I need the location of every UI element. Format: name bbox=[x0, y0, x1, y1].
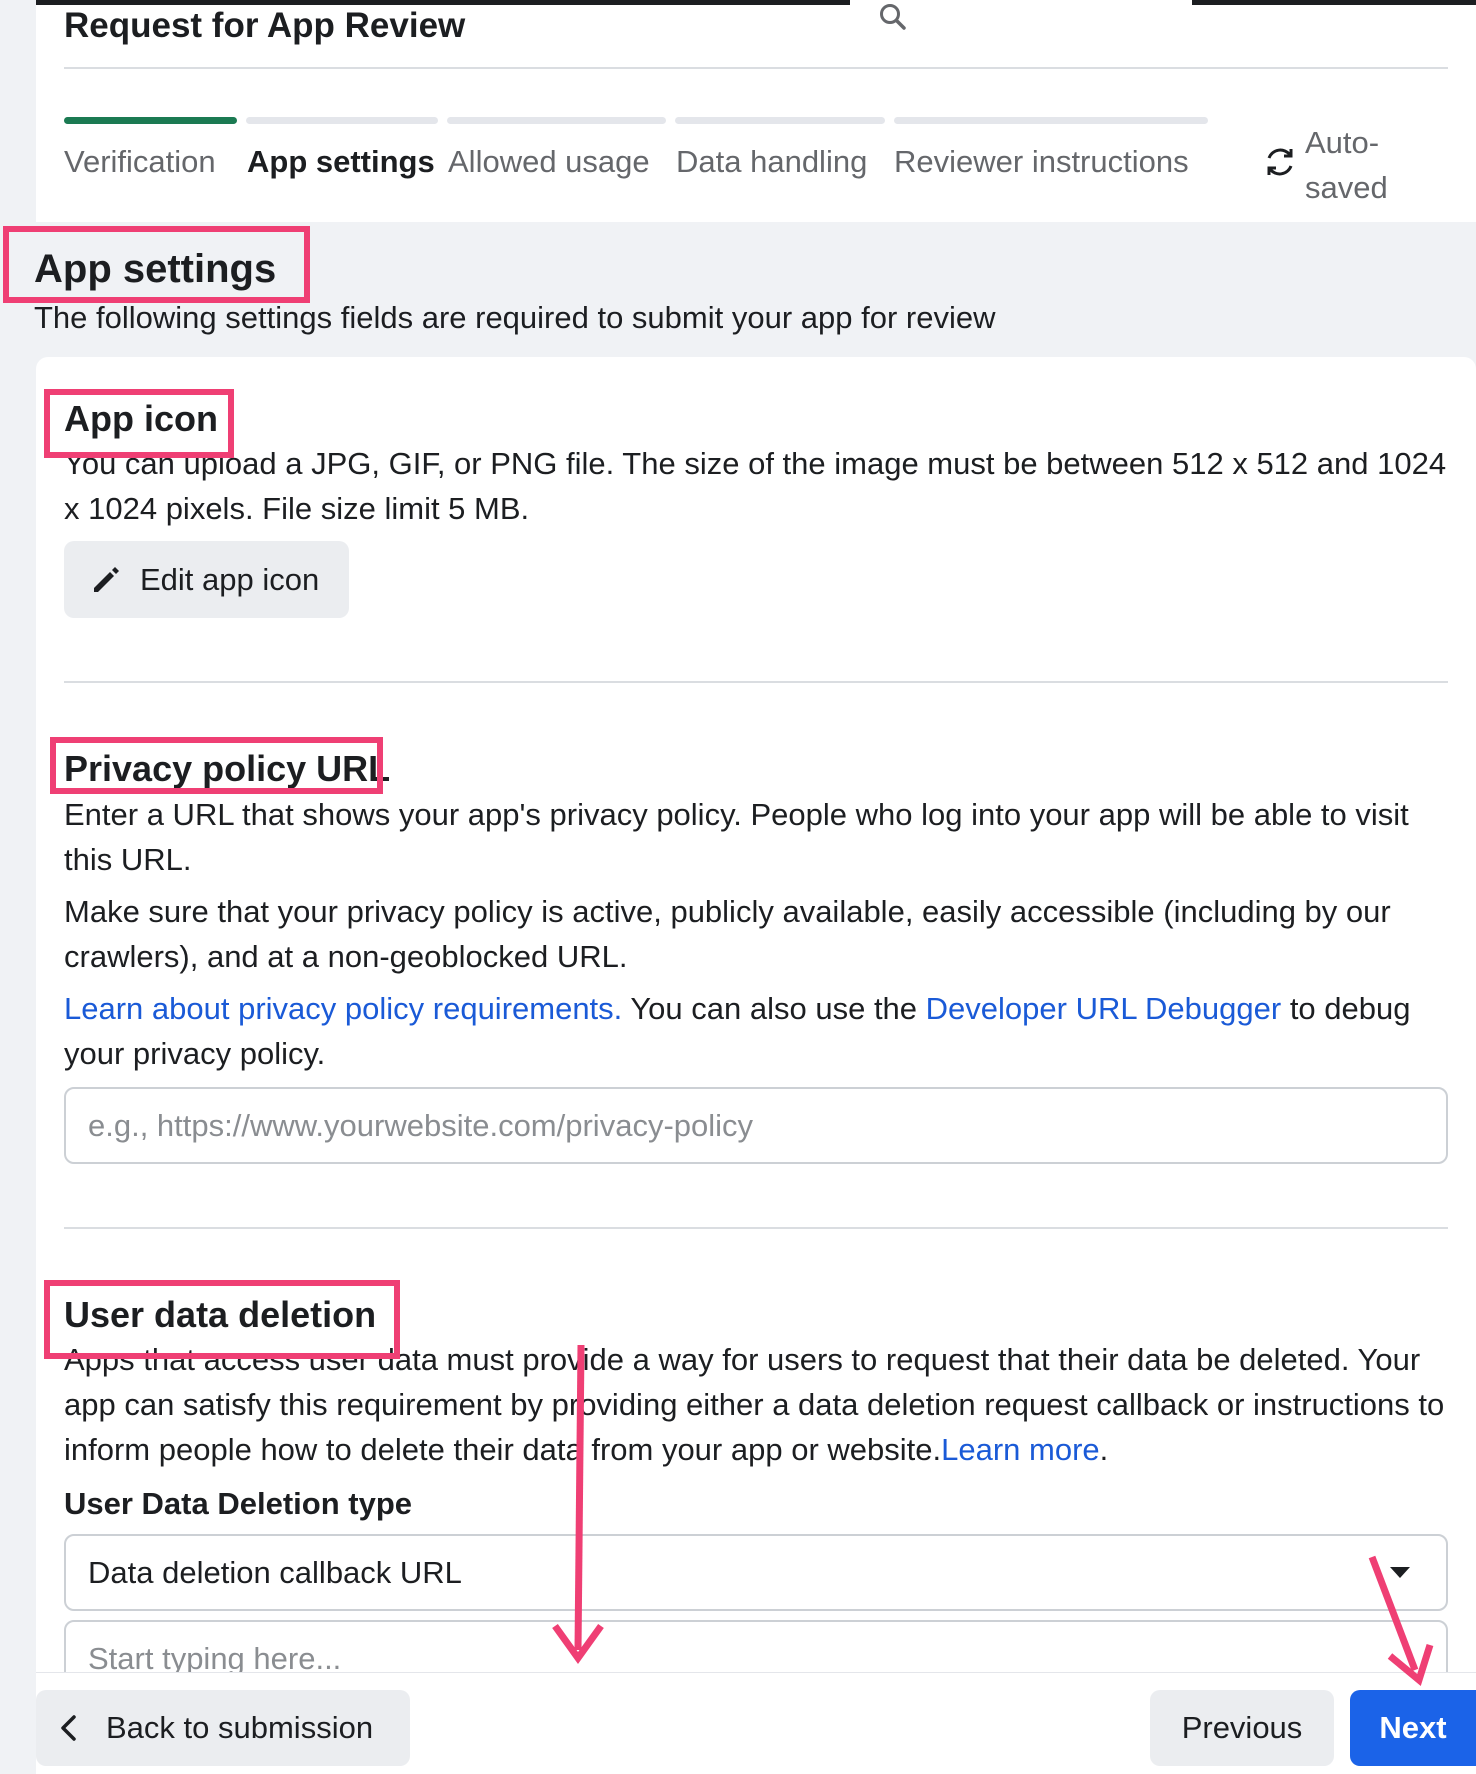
edit-app-icon-button[interactable]: Edit app icon bbox=[64, 541, 349, 618]
section-title: App settings bbox=[34, 247, 277, 291]
header-divider bbox=[64, 67, 1448, 69]
pencil-icon bbox=[94, 566, 119, 592]
caret-down-icon bbox=[1390, 1567, 1410, 1578]
autosave-status: Auto-saved bbox=[1305, 125, 1388, 205]
privacy-policy-heading: Privacy policy URL bbox=[64, 748, 391, 789]
privacy-requirements-link[interactable]: Learn about privacy policy requirements. bbox=[64, 991, 622, 1026]
step-progress-allowed-usage bbox=[447, 117, 666, 124]
section-divider bbox=[64, 1227, 1448, 1229]
step-progress-verification bbox=[64, 117, 237, 124]
step-allowed-usage[interactable]: Allowed usage bbox=[448, 144, 650, 180]
step-verification[interactable]: Verification bbox=[64, 144, 216, 180]
section-divider bbox=[64, 681, 1448, 683]
chevron-left-icon bbox=[61, 1715, 76, 1741]
deletion-type-label: User Data Deletion type bbox=[64, 1486, 412, 1521]
user-data-deletion-description: Apps that access user data must provide … bbox=[64, 1337, 1448, 1472]
section-subtitle: The following settings fields are requir… bbox=[34, 300, 996, 335]
edit-app-icon-label: Edit app icon bbox=[140, 561, 320, 597]
search-icon[interactable] bbox=[878, 2, 908, 32]
back-to-submission-label: Back to submission bbox=[106, 1710, 374, 1745]
deletion-description-text: Apps that access user data must provide … bbox=[64, 1342, 1445, 1467]
privacy-policy-requirements: Make sure that your privacy policy is ac… bbox=[64, 894, 1391, 974]
previous-button[interactable]: Previous bbox=[1150, 1690, 1334, 1766]
left-gutter bbox=[0, 0, 36, 1774]
deletion-type-value: Data deletion callback URL bbox=[88, 1554, 462, 1590]
step-progress-reviewer-instructions bbox=[894, 117, 1208, 124]
top-bar-fragment bbox=[1192, 0, 1476, 5]
privacy-policy-description: Enter a URL that shows your app's privac… bbox=[64, 797, 1409, 877]
back-to-submission-button[interactable]: Back to submission bbox=[36, 1690, 410, 1766]
sync-icon bbox=[1267, 148, 1293, 176]
user-data-deletion-heading: User data deletion bbox=[64, 1294, 377, 1335]
page-title: Request for App Review bbox=[64, 6, 466, 45]
top-bar-fragment bbox=[36, 0, 850, 5]
app-icon-description: You can upload a JPG, GIF, or PNG file. … bbox=[64, 446, 1447, 526]
step-app-settings[interactable]: App settings bbox=[247, 144, 435, 180]
deletion-description-end: . bbox=[1099, 1432, 1109, 1467]
url-debugger-link[interactable]: Developer URL Debugger bbox=[926, 991, 1282, 1026]
app-icon-heading: App icon bbox=[64, 398, 218, 439]
deletion-learn-more-link[interactable]: Learn more bbox=[941, 1432, 1100, 1467]
privacy-help-text: You can also use the bbox=[622, 991, 926, 1026]
step-reviewer-instructions[interactable]: Reviewer instructions bbox=[894, 144, 1189, 180]
step-progress-data-handling bbox=[675, 117, 885, 124]
privacy-policy-help: Learn about privacy policy requirements.… bbox=[64, 986, 1448, 1076]
privacy-policy-url-input[interactable] bbox=[64, 1087, 1448, 1164]
deletion-type-select[interactable]: Data deletion callback URL bbox=[64, 1534, 1448, 1611]
next-button[interactable]: Next bbox=[1350, 1690, 1476, 1766]
step-data-handling[interactable]: Data handling bbox=[676, 144, 867, 180]
step-progress-app-settings bbox=[246, 117, 438, 124]
